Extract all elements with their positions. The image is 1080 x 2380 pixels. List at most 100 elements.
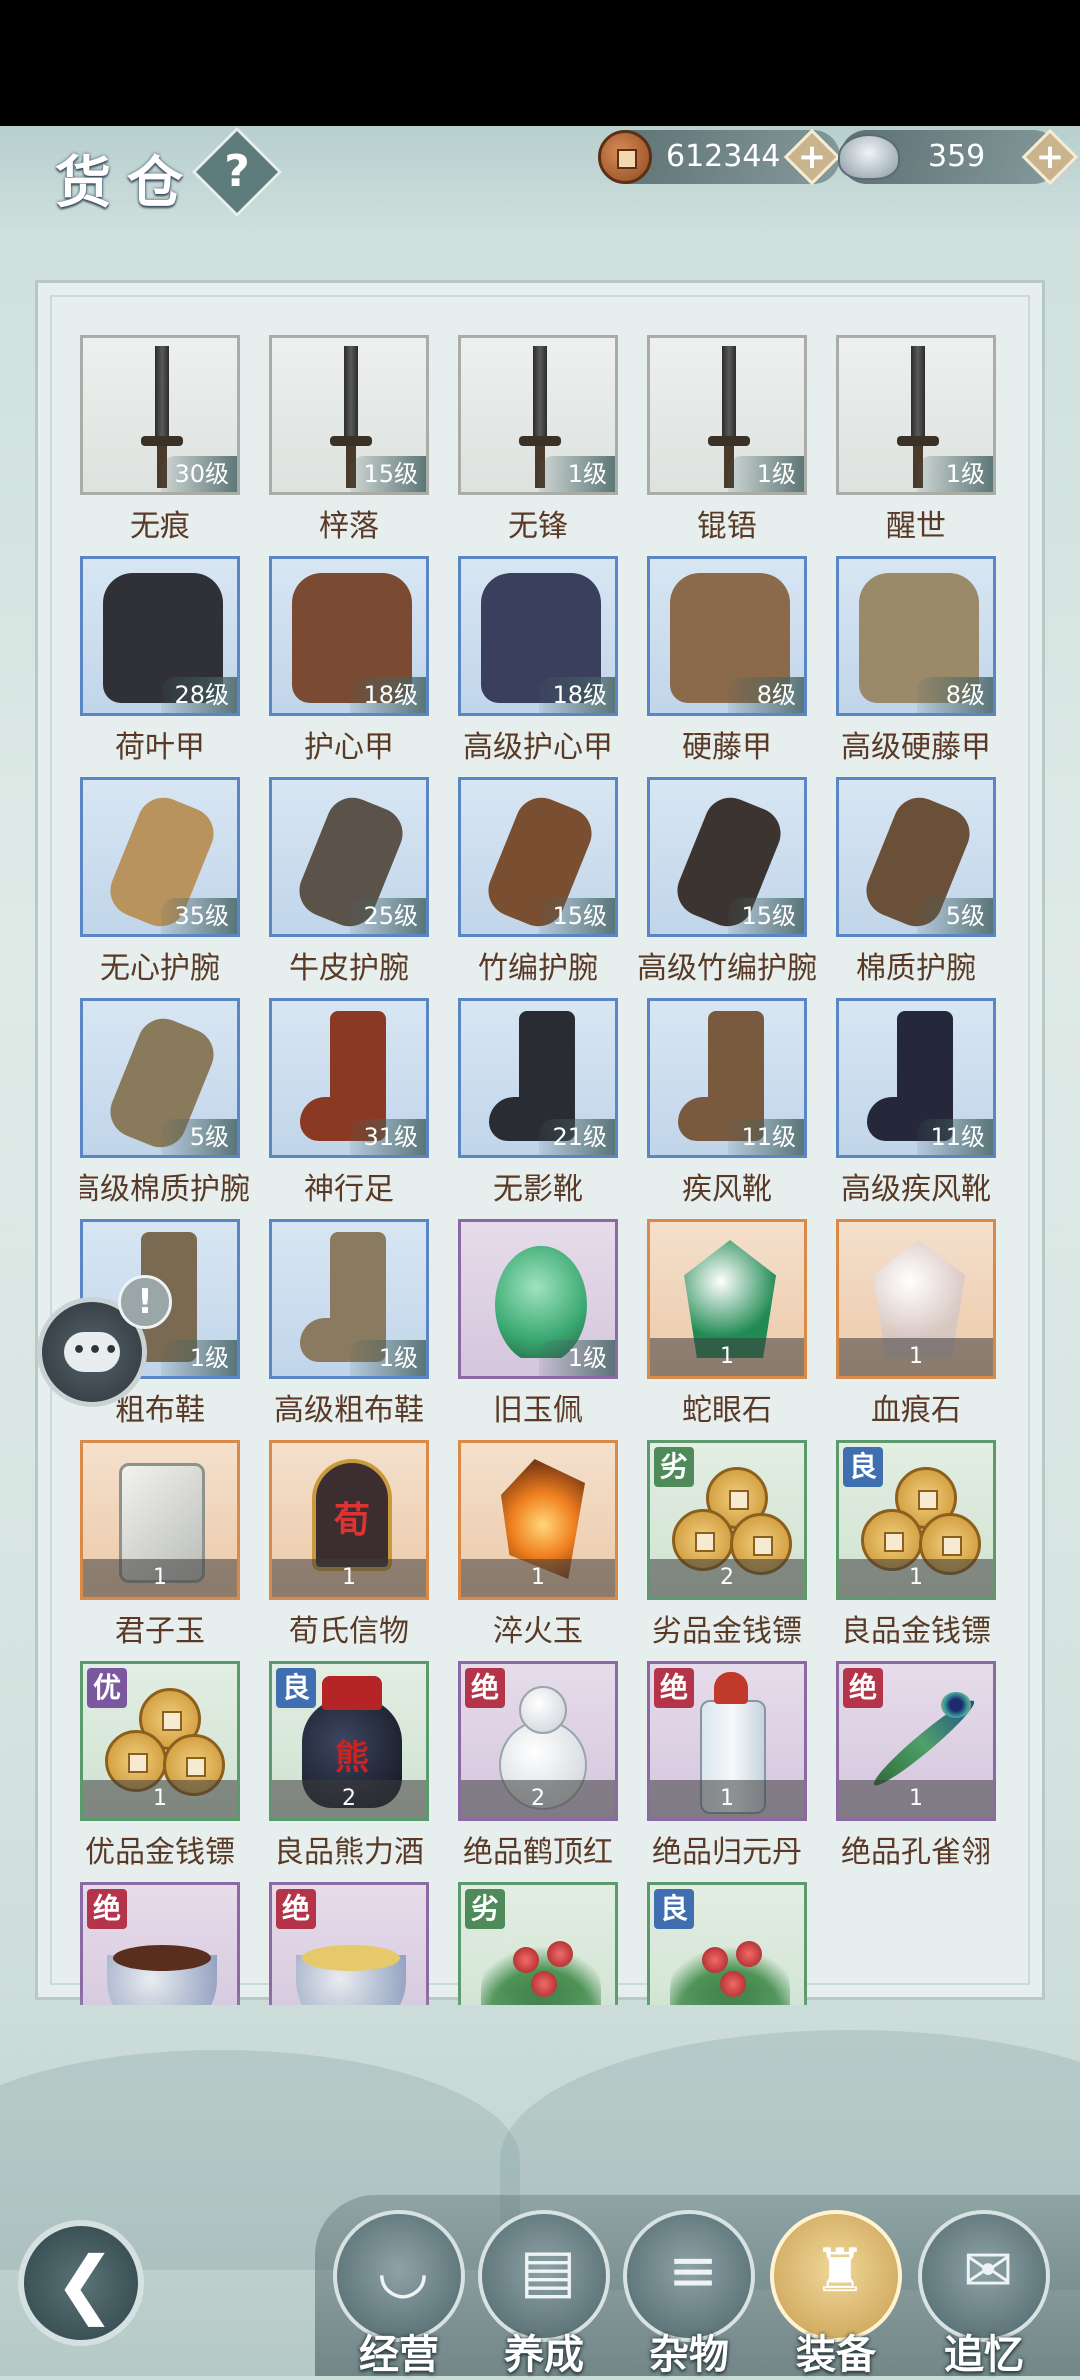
inventory-item[interactable]: 1级 旧玉佩 <box>458 1219 618 1429</box>
inventory-item[interactable]: 绝 1 绝品归元丹 <box>647 1661 807 1871</box>
item-slot[interactable]: 18级 <box>269 556 429 716</box>
inventory-item[interactable]: 28级 荷叶甲 <box>80 556 240 766</box>
inventory-item[interactable]: 绝 1 绝品孔雀翎 <box>836 1661 996 1871</box>
inventory-item[interactable]: 15级 高级竹编护腕 <box>637 777 817 987</box>
level-badge: 5级 <box>917 898 993 934</box>
tab-sundries[interactable]: ≡ 杂物 <box>623 2210 755 2378</box>
inventory-item[interactable]: 5级 棉质护腕 <box>836 777 996 987</box>
item-slot[interactable]: 21级 <box>458 998 618 1158</box>
level-badge: 5级 <box>161 1119 237 1155</box>
item-slot[interactable]: 11级 <box>647 998 807 1158</box>
inventory-item[interactable]: 1级 高级粗布鞋 <box>269 1219 429 1429</box>
item-slot[interactable]: 绝 <box>269 1882 429 2005</box>
item-slot[interactable]: 25级 <box>269 777 429 937</box>
inventory-item[interactable]: 劣 <box>458 1882 618 2005</box>
item-slot[interactable]: 8级 <box>647 556 807 716</box>
item-slot[interactable]: 绝1 <box>647 1661 807 1821</box>
inventory-item[interactable]: 熊良 2 良品熊力酒 <box>269 1661 429 1871</box>
item-slot[interactable]: 1 <box>80 1440 240 1600</box>
item-slot[interactable]: 1级 <box>458 335 618 495</box>
item-slot[interactable]: 良1 <box>836 1440 996 1600</box>
item-slot[interactable]: 15级 <box>458 777 618 937</box>
inventory-item[interactable]: 1 蛇眼石 <box>647 1219 807 1429</box>
inventory-item[interactable]: 良 1 良品金钱镖 <box>836 1440 996 1650</box>
inventory-item[interactable]: 31级 神行足 <box>269 998 429 1208</box>
inventory-item[interactable]: 15级 竹编护腕 <box>458 777 618 987</box>
tab-equipment[interactable]: ♜ 装备 <box>770 2210 902 2378</box>
quality-badge: 良 <box>654 1889 694 1929</box>
inventory-item[interactable]: 11级 高级疾风靴 <box>836 998 996 1208</box>
inventory-item[interactable]: 1级 锟铻 <box>647 335 807 545</box>
item-slot[interactable]: 5级 <box>80 998 240 1158</box>
item-slot[interactable]: 绝1 <box>836 1661 996 1821</box>
inventory-item[interactable]: 良 <box>647 1882 807 2005</box>
level-badge: 11级 <box>728 1119 804 1155</box>
inventory-item[interactable]: 1级 醒世 <box>836 335 996 545</box>
inventory-item[interactable]: 5级 高级棉质护腕 <box>80 998 250 1208</box>
inventory-item[interactable]: 劣 2 劣品金钱镖 <box>647 1440 807 1650</box>
help-icon[interactable]: ? <box>205 140 269 204</box>
sword-blade <box>722 346 736 446</box>
inventory-item[interactable]: 8级 硬藤甲 <box>647 556 807 766</box>
back-arrow-icon: ❮ <box>54 2241 117 2327</box>
quality-badge: 绝 <box>276 1889 316 1929</box>
inventory-item[interactable]: 荀 1 荀氏信物 <box>269 1440 429 1650</box>
inventory-item[interactable]: 30级 无痕 <box>80 335 240 545</box>
item-slot[interactable]: 8级 <box>836 556 996 716</box>
inventory-item[interactable]: 8级 高级硬藤甲 <box>836 556 996 766</box>
item-slot[interactable]: 劣 <box>458 1882 618 2005</box>
inventory-item[interactable]: 1级 无锋 <box>458 335 618 545</box>
item-slot[interactable]: 1级 <box>647 335 807 495</box>
inventory-item[interactable]: 25级 牛皮护腕 <box>269 777 429 987</box>
inventory-item[interactable]: 18级 护心甲 <box>269 556 429 766</box>
inventory-item[interactable]: 11级 疾风靴 <box>647 998 807 1208</box>
item-slot[interactable]: 1 <box>458 1440 618 1600</box>
item-slot[interactable]: 15级 <box>647 777 807 937</box>
item-slot[interactable]: 15级 <box>269 335 429 495</box>
inventory-item[interactable]: 35级 无心护腕 <box>80 777 240 987</box>
item-slot[interactable]: 绝 <box>80 1882 240 2005</box>
inventory-item[interactable]: 1 淬火玉 <box>458 1440 618 1650</box>
item-slot[interactable]: 30级 <box>80 335 240 495</box>
item-slot[interactable]: 5级 <box>836 777 996 937</box>
item-slot[interactable]: 熊良 2 <box>269 1661 429 1821</box>
inventory-item[interactable]: 15级 梓落 <box>269 335 429 545</box>
item-slot[interactable]: 28级 <box>80 556 240 716</box>
back-button[interactable]: ❮ <box>18 2220 144 2346</box>
item-slot[interactable]: 荀1 <box>269 1440 429 1600</box>
inventory-item[interactable]: 18级 高级护心甲 <box>458 556 618 766</box>
inventory-item[interactable]: 21级 无影靴 <box>458 998 618 1208</box>
flower <box>702 1947 728 1973</box>
item-slot[interactable]: 优1 <box>80 1661 240 1821</box>
item-slot[interactable]: 1 <box>647 1219 807 1379</box>
item-slot[interactable]: 31级 <box>269 998 429 1158</box>
quality-badge: 良 <box>843 1447 883 1487</box>
item-slot[interactable]: 1级 <box>269 1219 429 1379</box>
inventory-item[interactable]: 绝 <box>269 1882 429 2005</box>
inventory-item[interactable]: 1 血痕石 <box>836 1219 996 1429</box>
quality-badge: 劣 <box>654 1447 694 1487</box>
sword-guard <box>141 436 183 446</box>
item-slot[interactable]: 1 <box>836 1219 996 1379</box>
alert-icon[interactable]: ! <box>118 1275 172 1329</box>
item-slot[interactable]: 1级 <box>836 335 996 495</box>
inventory-item[interactable]: 绝 2 绝品鹤顶红 <box>458 1661 618 1871</box>
boot-icon <box>519 1011 575 1111</box>
inventory-item[interactable]: 优 1 优品金钱镖 <box>80 1661 240 1871</box>
tab-memory[interactable]: ✉ 追忆 <box>918 2210 1050 2378</box>
item-slot[interactable]: 1级 <box>458 1219 618 1379</box>
plus-icon[interactable]: + <box>1030 137 1070 177</box>
item-slot[interactable]: 35级 <box>80 777 240 937</box>
item-slot[interactable]: 良 <box>647 1882 807 2005</box>
item-slot[interactable]: 绝2 <box>458 1661 618 1821</box>
tab-cultivate[interactable]: ▤ 养成 <box>478 2210 610 2378</box>
tab-business[interactable]: ◡ 经营 <box>333 2210 465 2378</box>
item-slot[interactable]: 18级 <box>458 556 618 716</box>
inventory-item[interactable]: 1 君子玉 <box>80 1440 240 1650</box>
feather-eye <box>941 1692 971 1718</box>
jar-glyph: 熊 <box>335 1738 369 1778</box>
item-slot[interactable]: 11级 <box>836 998 996 1158</box>
plus-icon[interactable]: + <box>792 137 832 177</box>
inventory-item[interactable]: 绝 <box>80 1882 240 2005</box>
item-slot[interactable]: 劣2 <box>647 1440 807 1600</box>
